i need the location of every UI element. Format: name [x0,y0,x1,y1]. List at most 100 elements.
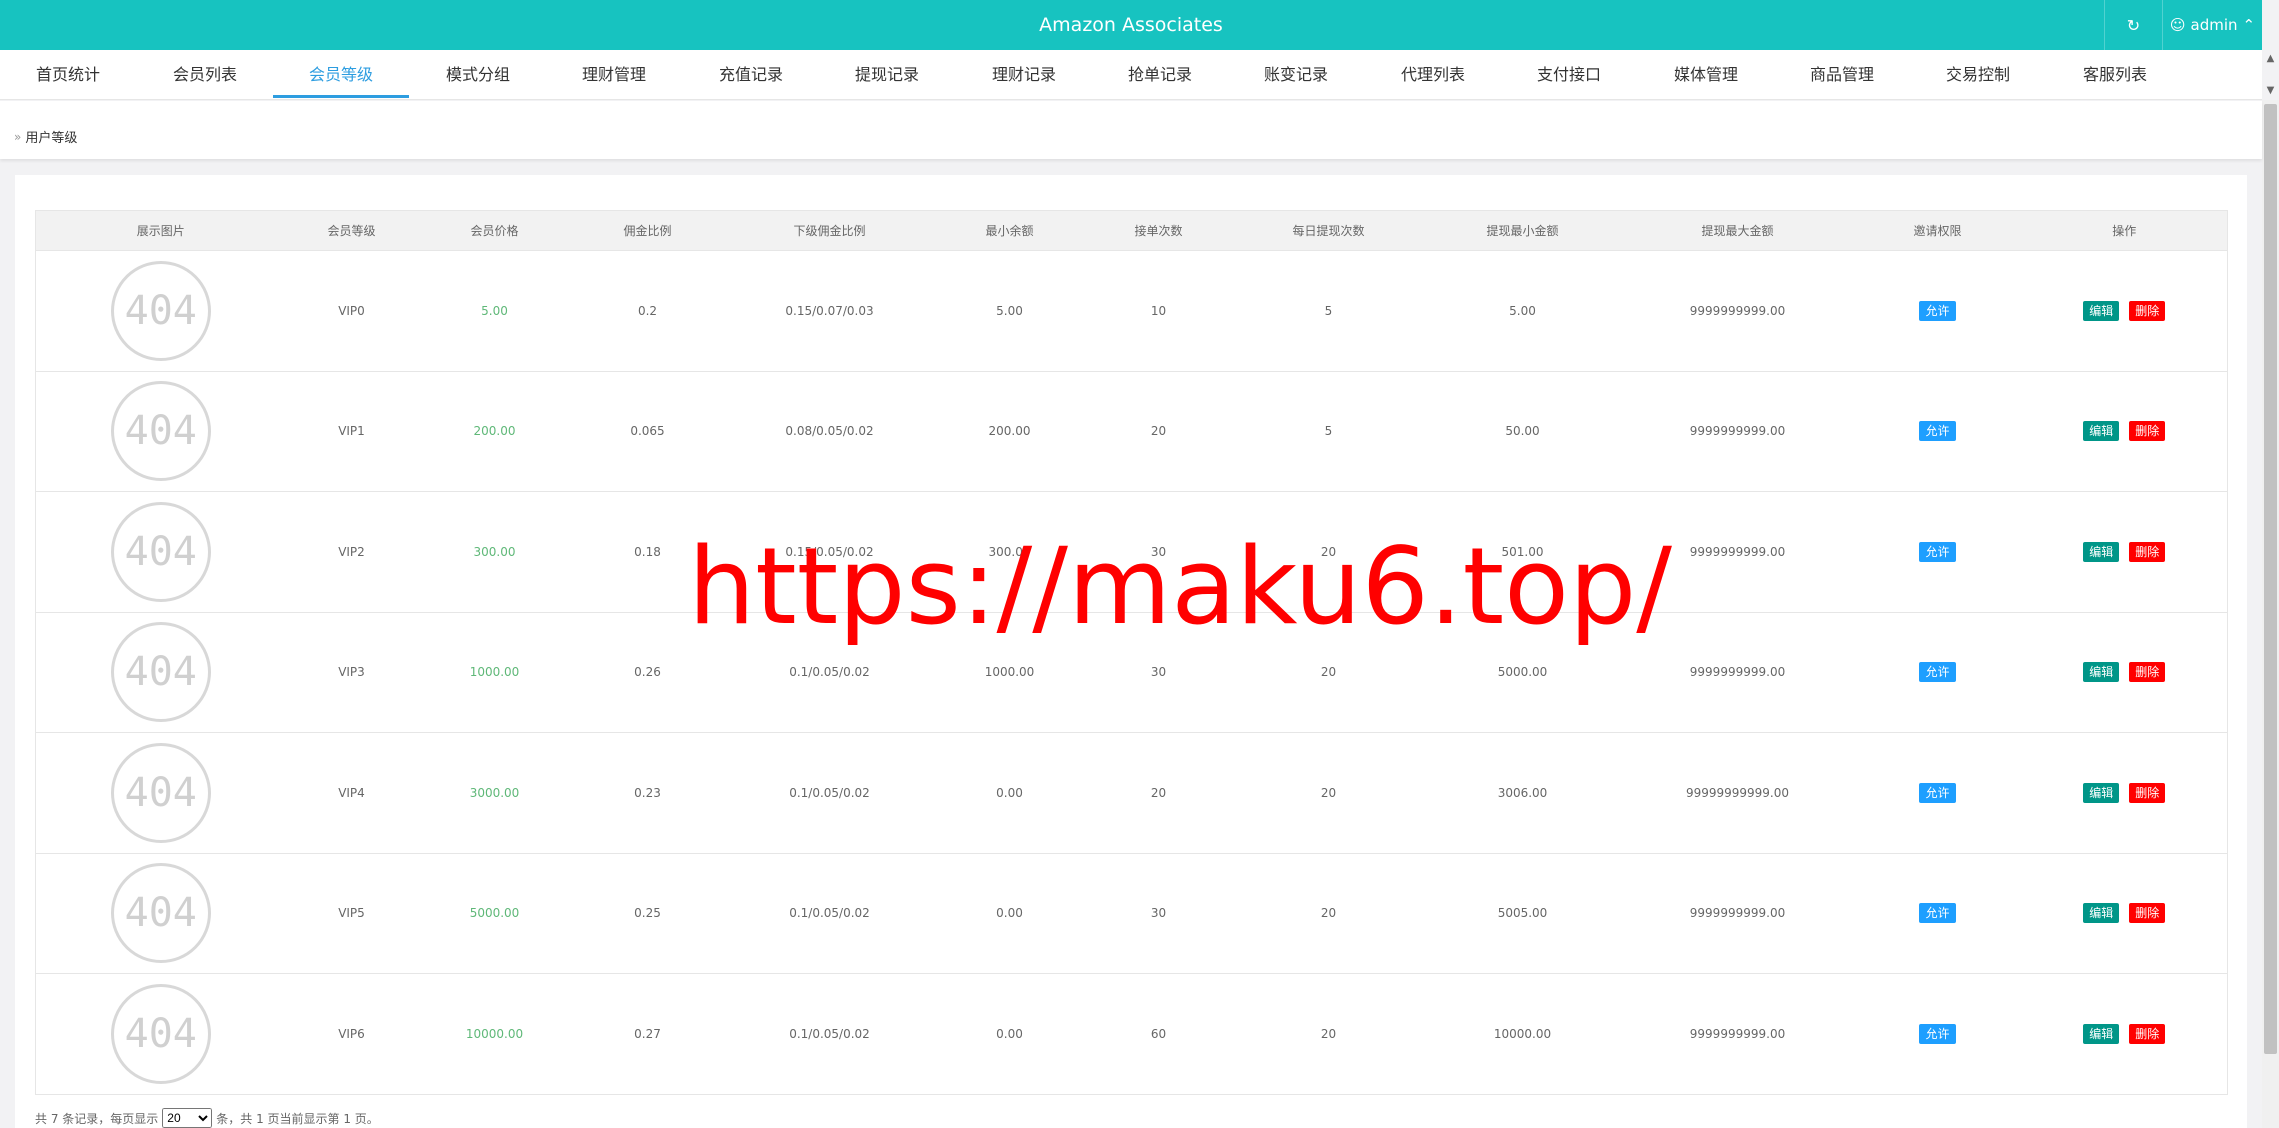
edit-button[interactable]: 编辑 [2083,1023,2120,1044]
cell-sub-commission: 0.1/0.05/0.02 [723,732,936,854]
cell-level: VIP1 [285,371,418,492]
nav-item[interactable]: 交易控制 [1910,50,2046,100]
edit-button[interactable]: 编辑 [2083,541,2120,562]
page-size-select[interactable]: 20 [162,1108,213,1128]
scroll-up-arrow[interactable]: ▲ [2262,50,2279,67]
cell-withdraw-max: 9999999999.00 [1621,612,1854,733]
nav-item[interactable]: 首页统计 [0,50,136,100]
column-header: 邀请权限 [1853,210,2022,251]
nav-item[interactable]: 支付接口 [1501,50,1637,100]
delete-button[interactable]: 删除 [2129,903,2166,924]
cell-commission: 0.23 [571,732,724,854]
allow-button[interactable]: 允许 [1919,300,1956,321]
table-row: 404 VIP6 10000.00 0.27 0.1/0.05/0.02 0.00 60 20… [35,973,2228,1095]
allow-button[interactable]: 允许 [1919,662,1956,683]
cell-price: 3000.00 [417,732,572,854]
cell-withdraw-max: 99999999999.00 [1621,732,1854,854]
cell-price: 5000.00 [417,853,572,974]
cell-daily-withdraw: 5 [1233,371,1424,492]
actions-cell: 编辑 删除 [2021,491,2228,613]
scrollbar-thumb[interactable] [2264,104,2277,1054]
cell-level: VIP4 [285,732,418,854]
allow-button[interactable]: 允许 [1919,782,1956,803]
cell-price: 200.00 [417,371,572,492]
column-header: 佣金比例 [571,210,724,251]
chevron-up-icon: ⌃ [2242,16,2256,34]
nav-item[interactable]: 理财记录 [956,50,1092,100]
edit-button[interactable]: 编辑 [2083,903,2120,924]
nav-item[interactable]: 媒体管理 [1638,50,1774,100]
edit-button[interactable]: 编辑 [2083,782,2120,803]
invite-permission-cell: 允许 [1853,853,2022,974]
edit-button[interactable]: 编辑 [2083,421,2120,442]
app-title: Amazon Associates [1039,14,1223,36]
cell-daily-withdraw: 20 [1233,612,1424,733]
nav-item[interactable]: 充值记录 [683,50,819,100]
broken-image-placeholder: 404 [110,381,211,482]
broken-image-placeholder: 404 [110,742,211,843]
nav-item[interactable]: 账变记录 [1228,50,1364,100]
cell-commission: 0.18 [571,491,724,613]
user-menu[interactable]: ☺ admin ⌃ [2162,0,2262,50]
cell-level: VIP2 [285,491,418,613]
cell-withdraw-max: 9999999999.00 [1621,973,1854,1095]
delete-button[interactable]: 删除 [2129,1023,2166,1044]
allow-button[interactable]: 允许 [1919,541,1956,562]
nav-item[interactable]: 提现记录 [819,50,955,100]
cell-level: VIP3 [285,612,418,733]
column-header: 提现最大金额 [1621,210,1854,251]
cell-commission: 0.065 [571,371,724,492]
delete-button[interactable]: 删除 [2129,662,2166,683]
nav-item[interactable]: 客服列表 [2047,50,2183,100]
delete-button[interactable]: 删除 [2129,300,2166,321]
refresh-button[interactable]: ↻ [2104,0,2162,50]
cell-min-balance: 200.00 [935,371,1084,492]
edit-button[interactable]: 编辑 [2083,662,2120,683]
broken-image-placeholder: 404 [110,863,211,964]
delete-button[interactable]: 删除 [2129,541,2166,562]
column-header: 提现最小金额 [1423,210,1622,251]
table-header-row: 展示图片 会员等级 会员价格 佣金比例 下级佣金比例 最小余额 接单次数 每日提现次数 提现最小… [35,210,2228,251]
breadcrumb: » 用户等级 [14,127,77,147]
nav-item[interactable]: 抢单记录 [1092,50,1228,100]
nav-item[interactable]: 会员等级 [273,50,409,100]
cell-min-balance: 1000.00 [935,612,1084,733]
member-level-table: 展示图片 会员等级 会员价格 佣金比例 下级佣金比例 最小余额 接单次数 每日提现次数 提现最小… [35,210,2228,1095]
nav-item[interactable]: 理财管理 [546,50,682,100]
cell-daily-withdraw: 20 [1233,973,1424,1095]
nav-item[interactable]: 商品管理 [1774,50,1910,100]
cell-min-balance: 300.00 [935,491,1084,613]
double-chevron-right-icon: » [14,129,22,144]
invite-permission-cell: 允许 [1853,491,2022,613]
table-row: 404 VIP3 1000.00 0.26 0.1/0.05/0.02 1000.00 30… [35,612,2228,733]
delete-button[interactable]: 删除 [2129,782,2166,803]
nav-item[interactable]: 会员列表 [137,50,273,100]
cell-orders: 20 [1083,371,1234,492]
allow-button[interactable]: 允许 [1919,421,1956,442]
broken-image-placeholder: 404 [110,622,211,723]
actions-cell: 编辑 删除 [2021,612,2228,733]
cell-sub-commission: 0.1/0.05/0.02 [723,853,936,974]
delete-button[interactable]: 删除 [2129,421,2166,442]
nav-item[interactable]: 模式分组 [410,50,546,100]
cell-withdraw-min: 5005.00 [1423,853,1622,974]
broken-image-placeholder: 404 [110,260,211,361]
cell-level: VIP5 [285,853,418,974]
cell-min-balance: 5.00 [935,250,1084,372]
scroll-down-arrow[interactable]: ▼ [2262,82,2279,99]
cell-sub-commission: 0.15/0.05/0.02 [723,491,936,613]
allow-button[interactable]: 允许 [1919,1023,1956,1044]
image-cell: 404 [35,250,286,372]
nav-item[interactable]: 代理列表 [1365,50,1501,100]
user-name: admin [2190,16,2238,34]
column-header: 会员等级 [285,210,418,251]
cell-level: VIP6 [285,973,418,1095]
edit-button[interactable]: 编辑 [2083,300,2120,321]
allow-button[interactable]: 允许 [1919,903,1956,924]
cell-withdraw-min: 50.00 [1423,371,1622,492]
invite-permission-cell: 允许 [1853,973,2022,1095]
refresh-icon: ↻ [2126,15,2141,35]
breadcrumb-bar: » 用户等级 [0,101,2262,159]
column-header: 下级佣金比例 [723,210,936,251]
column-header: 展示图片 [35,210,286,251]
